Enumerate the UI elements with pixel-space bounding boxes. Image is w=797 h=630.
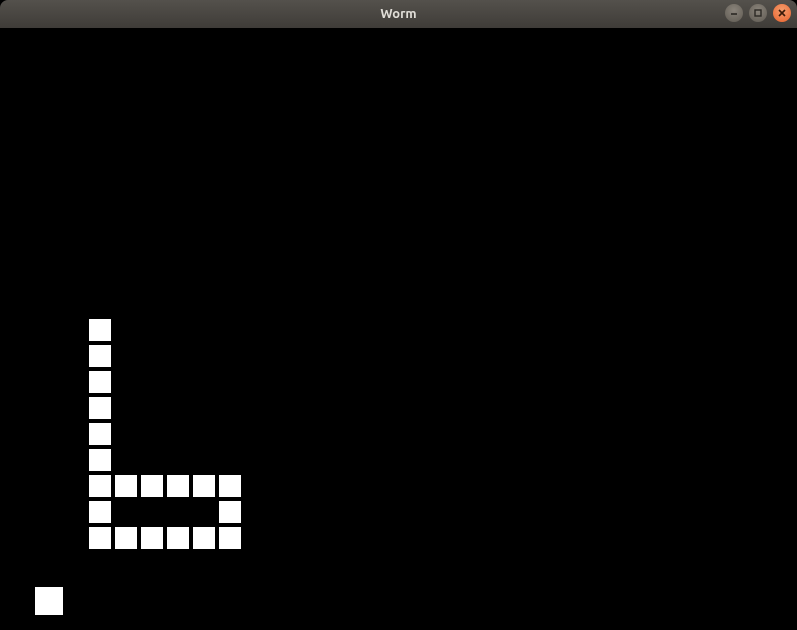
worm-segment [219, 501, 241, 523]
window-title: Worm [0, 7, 797, 21]
worm-segment [167, 527, 189, 549]
window-controls [725, 4, 791, 22]
close-icon [777, 8, 787, 18]
worm-segment [89, 423, 111, 445]
worm-segment [89, 319, 111, 341]
worm-segment [193, 475, 215, 497]
worm-segment [167, 475, 189, 497]
minimize-button[interactable] [725, 4, 743, 22]
worm-segment [89, 501, 111, 523]
worm-segment [89, 449, 111, 471]
worm-segment [89, 371, 111, 393]
close-button[interactable] [773, 4, 791, 22]
maximize-icon [753, 8, 763, 18]
worm-segment [89, 527, 111, 549]
worm-segment [115, 475, 137, 497]
worm-segment [219, 475, 241, 497]
worm-segment [89, 475, 111, 497]
window-titlebar: Worm [0, 0, 797, 28]
worm-segment [89, 397, 111, 419]
worm-segment [141, 527, 163, 549]
worm-segment [219, 527, 241, 549]
maximize-button[interactable] [749, 4, 767, 22]
worm-segment [89, 345, 111, 367]
worm-segment [115, 527, 137, 549]
worm-segment [141, 475, 163, 497]
food [35, 587, 63, 615]
game-canvas[interactable] [0, 28, 797, 630]
worm-segment [193, 527, 215, 549]
minimize-icon [729, 8, 739, 18]
